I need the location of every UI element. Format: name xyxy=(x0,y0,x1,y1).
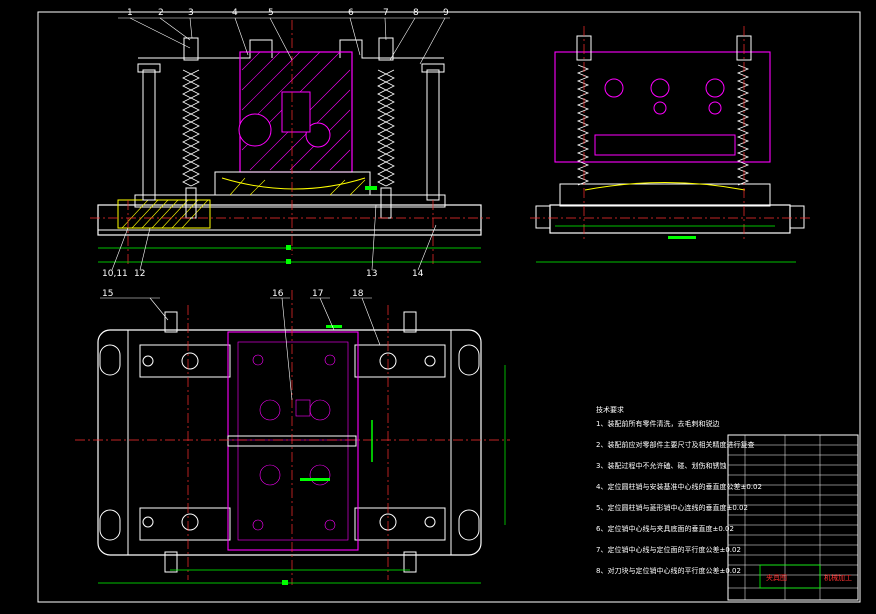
side-view xyxy=(530,26,810,263)
callout-10-11: 10,11 xyxy=(102,269,128,279)
note-5: 5、定位圆柱销与菱形销中心连线的垂直度±0.02 xyxy=(596,503,748,512)
note-1: 1、装配前所有零件清洗，去毛刺和锐边 xyxy=(596,419,719,428)
cad-drawing: 1 2 3 4 5 6 7 8 9 10,11 12 13 14 15 16 1… xyxy=(37,8,861,603)
callout-18: 18 xyxy=(352,289,364,299)
callout-4: 4 xyxy=(232,8,238,18)
callout-2: 2 xyxy=(158,8,164,18)
callout-12: 12 xyxy=(134,269,145,279)
notes-title: 技术要求 xyxy=(596,405,624,414)
callout-15: 15 xyxy=(102,289,113,299)
drawing-border xyxy=(37,11,861,603)
note-7: 7、定位销中心线与定位面的平行度公差±0.02 xyxy=(596,545,741,554)
technical-requirements: 技术要求 1、装配前所有零件清洗，去毛刺和锐边 2、装配前应对零部件主要尺寸及相… xyxy=(596,405,762,575)
callout-3: 3 xyxy=(188,8,194,18)
callout-14: 14 xyxy=(412,269,424,279)
title-block-cell-b: 机械加工 xyxy=(824,573,852,582)
plan-view xyxy=(75,290,510,585)
callout-9: 9 xyxy=(443,8,449,18)
callout-8: 8 xyxy=(413,8,419,18)
title-block: 夹具图 机械加工 xyxy=(727,434,859,601)
callout-1: 1 xyxy=(127,8,133,18)
callout-13: 13 xyxy=(366,269,377,279)
callout-6: 6 xyxy=(348,8,354,18)
note-8: 8、对刀块与定位销中心线的平行度公差±0.02 xyxy=(596,566,741,575)
title-block-cell-a: 夹具图 xyxy=(766,573,787,582)
callout-16: 16 xyxy=(272,289,284,299)
note-4: 4、定位圆柱销与安装基准中心线的垂直度公差±0.02 xyxy=(596,482,762,491)
callout-7: 7 xyxy=(383,8,389,18)
note-2: 2、装配前应对零部件主要尺寸及相关精度进行复查 xyxy=(596,440,754,449)
note-6: 6、定位销中心线与夹具底面的垂直度±0.02 xyxy=(596,524,734,533)
callout-5: 5 xyxy=(268,8,274,18)
callout-17: 17 xyxy=(312,289,323,299)
front-view xyxy=(90,17,490,271)
note-3: 3、装配过程中不允许磕、碰、划伤和锈蚀 xyxy=(596,461,726,470)
